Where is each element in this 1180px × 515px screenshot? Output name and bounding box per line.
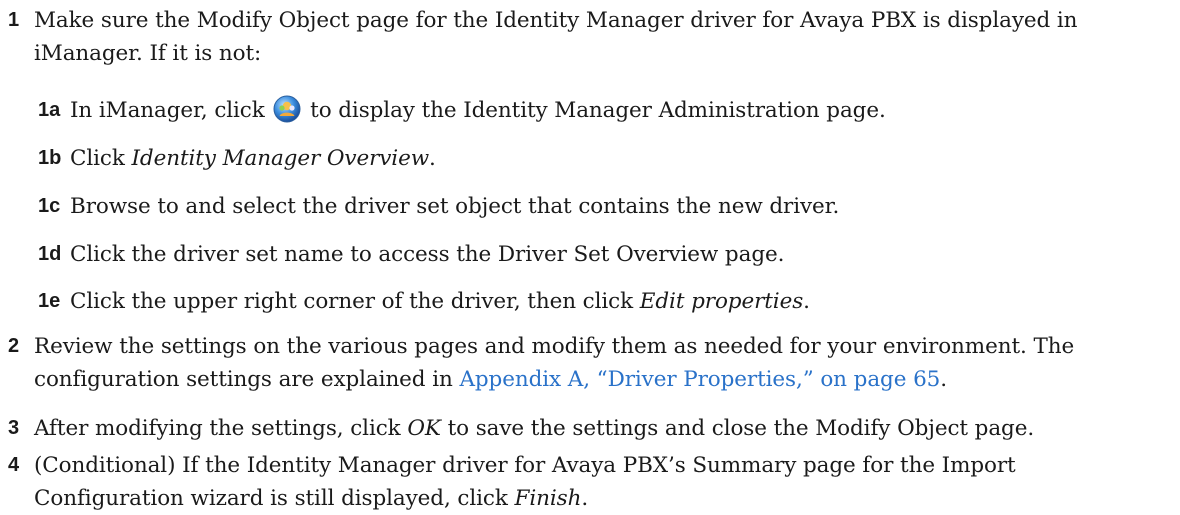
substep-text: Click the driver set name to access the …: [70, 242, 785, 267]
step-text-line2-before: Configuration wizard is still displayed,…: [34, 486, 515, 511]
appendix-link[interactable]: Appendix A, “Driver Properties,” on page…: [459, 367, 940, 392]
substep-text-before: Click the upper right corner of the driv…: [70, 289, 640, 314]
substep-number: 1d: [38, 243, 62, 265]
step-number: 1: [8, 9, 20, 31]
step-1: 1 Make sure the Modify Object page for t…: [0, 4, 1170, 70]
ui-term-identity-manager-overview: Identity Manager Overview: [131, 146, 430, 171]
substep-number: 1a: [38, 99, 61, 121]
substep-number: 1b: [38, 147, 62, 169]
substep-text-before: In iManager, click: [70, 98, 265, 123]
step-text-line2-before: configuration settings are explained in: [34, 367, 460, 392]
step-text-before: After modifying the settings, click: [34, 416, 408, 441]
substep-1a: 1a In iManager, click to display the Ide…: [0, 94, 1170, 127]
ui-term-ok: OK: [407, 416, 441, 441]
step-text-line1: (Conditional) If the Identity Manager dr…: [34, 453, 1016, 478]
ui-term-finish: Finish: [514, 486, 582, 511]
ui-term-edit-properties: Edit properties: [639, 289, 804, 314]
substep-number: 1e: [38, 290, 61, 312]
substep-1b: 1b Click Identity Manager Overview.: [0, 142, 1170, 175]
substep-1d: 1d Click the driver set name to access t…: [0, 238, 1170, 271]
identity-manager-administration-icon[interactable]: [273, 95, 301, 123]
step-4: 4 (Conditional) If the Identity Manager …: [0, 449, 1170, 515]
step-number: 3: [8, 417, 20, 439]
step-number: 4: [8, 454, 20, 476]
step-text-line1: Review the settings on the various pages…: [34, 334, 1075, 359]
step-text: Make sure the Modify Object page for the…: [34, 8, 1078, 66]
substep-text: Browse to and select the driver set obje…: [70, 194, 840, 219]
step-2: 2 Review the settings on the various pag…: [0, 330, 1170, 396]
step-number: 2: [8, 335, 20, 357]
step-3: 3 After modifying the settings, click OK…: [0, 412, 1170, 445]
substep-text-before: Click: [70, 146, 132, 171]
substep-number: 1c: [38, 195, 61, 217]
substep-text-after: to display the Identity Manager Administ…: [310, 98, 886, 123]
substep-1c: 1c Browse to and select the driver set o…: [0, 190, 1170, 223]
substep-1e: 1e Click the upper right corner of the d…: [0, 285, 1170, 318]
